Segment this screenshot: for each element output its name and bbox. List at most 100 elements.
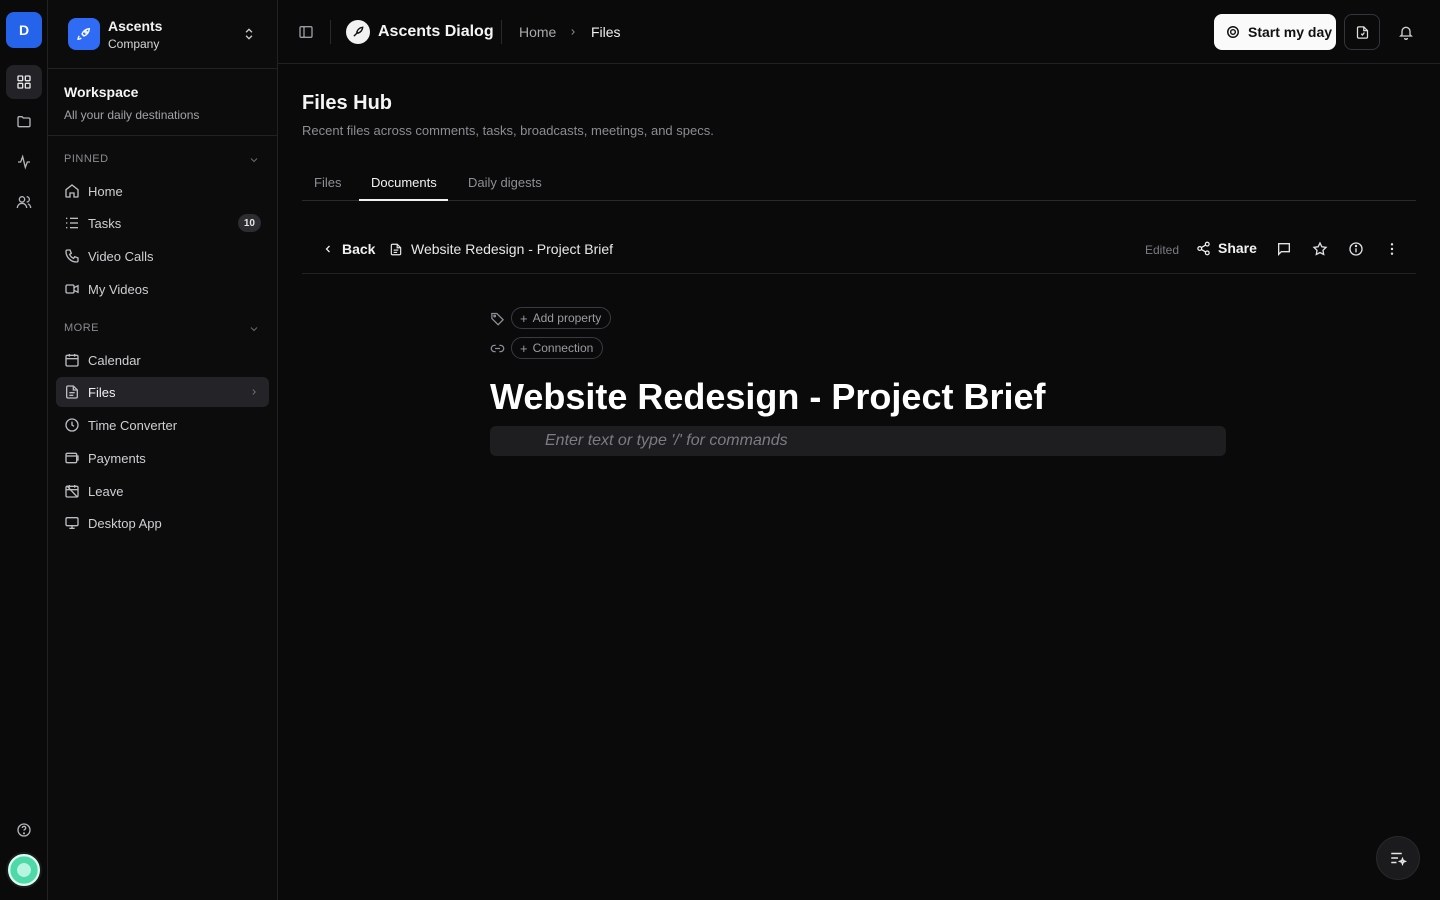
sidebar-item-label: Payments xyxy=(88,451,146,466)
sidebar-item-label: Leave xyxy=(88,484,124,499)
star-icon[interactable] xyxy=(1312,241,1328,257)
tasks-count-badge: 10 xyxy=(237,214,261,232)
document-body-input[interactable]: Enter text or type '/' for commands xyxy=(490,426,1226,456)
connection-row: + Connection xyxy=(490,337,604,359)
info-icon[interactable] xyxy=(1348,241,1364,257)
payments-icon xyxy=(64,450,80,466)
app-logo-icon xyxy=(346,20,370,44)
plus-icon: + xyxy=(520,340,528,356)
app-root: D Ascents Company Workspace All your dai… xyxy=(0,0,1440,900)
chevrons-updown-icon xyxy=(242,26,256,42)
app-name: Ascents Dialog xyxy=(378,23,494,40)
sidebar-item-time-converter[interactable]: Time Converter xyxy=(56,410,269,440)
company-name: Ascents xyxy=(108,18,163,34)
add-connection-button[interactable]: + Connection xyxy=(511,337,604,359)
file-icon xyxy=(64,384,80,400)
user-avatar[interactable] xyxy=(6,852,42,888)
file-icon xyxy=(390,243,402,255)
company-switcher[interactable]: Ascents Company xyxy=(48,0,277,69)
document-name: Website Redesign - Project Brief xyxy=(411,241,614,257)
share-button[interactable]: Share xyxy=(1196,240,1257,256)
sidebar-item-label: Calendar xyxy=(88,353,141,368)
document-breadcrumb: Website Redesign - Project Brief xyxy=(389,241,613,257)
comment-icon[interactable] xyxy=(1276,241,1292,257)
monitor-icon xyxy=(64,515,80,531)
page-subtitle: Recent files across comments, tasks, bro… xyxy=(302,123,714,138)
company-logo xyxy=(68,18,100,50)
chevron-down-icon[interactable] xyxy=(248,154,260,166)
sidebar-item-desktop-app[interactable]: Desktop App xyxy=(56,508,269,538)
breadcrumb-home[interactable]: Home xyxy=(519,24,556,40)
chevron-right-icon xyxy=(568,26,578,38)
active-tab-indicator xyxy=(359,199,448,201)
main-content: Files Hub Recent files across comments, … xyxy=(278,64,1440,900)
body-placeholder: Enter text or type '/' for commands xyxy=(545,432,788,449)
more-section-label: MORE xyxy=(64,322,99,334)
document-action-button[interactable] xyxy=(1344,14,1380,50)
tag-icon xyxy=(490,311,510,326)
users-icon xyxy=(16,196,32,209)
pinned-section-label: PINNED xyxy=(64,153,109,165)
start-my-day-label: Start my day xyxy=(1248,24,1333,40)
workspace-avatar[interactable]: D xyxy=(6,12,42,48)
video-icon xyxy=(64,281,80,297)
start-my-day-button[interactable]: Start my day xyxy=(1214,14,1336,50)
bell-icon[interactable] xyxy=(1398,24,1414,40)
more-vertical-icon[interactable] xyxy=(1384,241,1400,257)
workspace-title: Workspace xyxy=(64,84,139,100)
folder-icon xyxy=(17,116,31,128)
sidebar-item-label: Video Calls xyxy=(88,249,154,264)
workspace-header: Workspace All your daily destinations xyxy=(48,69,277,136)
rail-activity-button[interactable] xyxy=(6,145,42,179)
sidebar-item-tasks[interactable]: Tasks 10 xyxy=(56,208,269,238)
phone-icon xyxy=(64,248,80,264)
chevron-left-icon xyxy=(325,245,330,253)
back-label: Back xyxy=(342,241,376,257)
help-icon xyxy=(17,823,31,837)
calendar-off-icon xyxy=(64,483,80,499)
icon-rail: D xyxy=(0,0,48,900)
tab-daily-digests[interactable]: Daily digests xyxy=(468,175,542,190)
sidebar-item-my-videos[interactable]: My Videos xyxy=(56,274,269,304)
add-property-button[interactable]: + Add property xyxy=(511,307,612,329)
connection-label: Connection xyxy=(532,341,594,355)
rail-people-button[interactable] xyxy=(6,185,42,219)
document-toolbar: Back Website Redesign - Project Brief Ed… xyxy=(302,224,1416,274)
rail-help-button[interactable] xyxy=(6,813,42,847)
document-title[interactable]: Website Redesign - Project Brief xyxy=(490,376,1045,418)
page-title: Files Hub xyxy=(302,92,393,114)
chevron-down-icon[interactable] xyxy=(248,323,260,335)
rail-folder-button[interactable] xyxy=(6,105,42,139)
property-row: + Add property xyxy=(490,307,612,329)
home-icon xyxy=(64,183,80,199)
sidebar-item-home[interactable]: Home xyxy=(56,176,269,206)
company-name-suffix: Company xyxy=(108,37,160,51)
rail-dashboard-button[interactable] xyxy=(6,65,42,99)
share-label: Share xyxy=(1218,240,1257,256)
top-bar: Ascents Dialog Home Files Start my day xyxy=(278,0,1440,64)
tab-files[interactable]: Files xyxy=(314,175,341,190)
sidebar-item-calendar[interactable]: Calendar xyxy=(56,345,269,375)
divider xyxy=(330,20,331,44)
quick-actions-button[interactable] xyxy=(1376,836,1420,880)
sidebar-item-leave[interactable]: Leave xyxy=(56,476,269,506)
rocket-icon xyxy=(77,27,91,41)
clock-icon xyxy=(64,417,80,433)
plus-icon: + xyxy=(520,310,528,326)
back-button[interactable]: Back xyxy=(322,241,375,257)
calendar-icon xyxy=(64,352,80,368)
sidebar-item-label: Home xyxy=(88,184,123,199)
tab-documents[interactable]: Documents xyxy=(371,175,437,190)
share-icon xyxy=(1197,241,1210,255)
link-icon xyxy=(490,341,510,356)
sidebar-item-files[interactable]: Files xyxy=(56,377,269,407)
sidebar-toggle-icon[interactable] xyxy=(298,24,314,40)
sidebar-item-payments[interactable]: Payments xyxy=(56,443,269,473)
activity-icon xyxy=(18,154,30,170)
sidebar-item-label: My Videos xyxy=(88,282,149,297)
grid-icon xyxy=(17,75,31,89)
sidebar-item-label: Desktop App xyxy=(88,516,162,531)
breadcrumb-current: Files xyxy=(591,24,621,40)
sidebar: Ascents Company Workspace All your daily… xyxy=(48,0,278,900)
sidebar-item-video-calls[interactable]: Video Calls xyxy=(56,241,269,271)
